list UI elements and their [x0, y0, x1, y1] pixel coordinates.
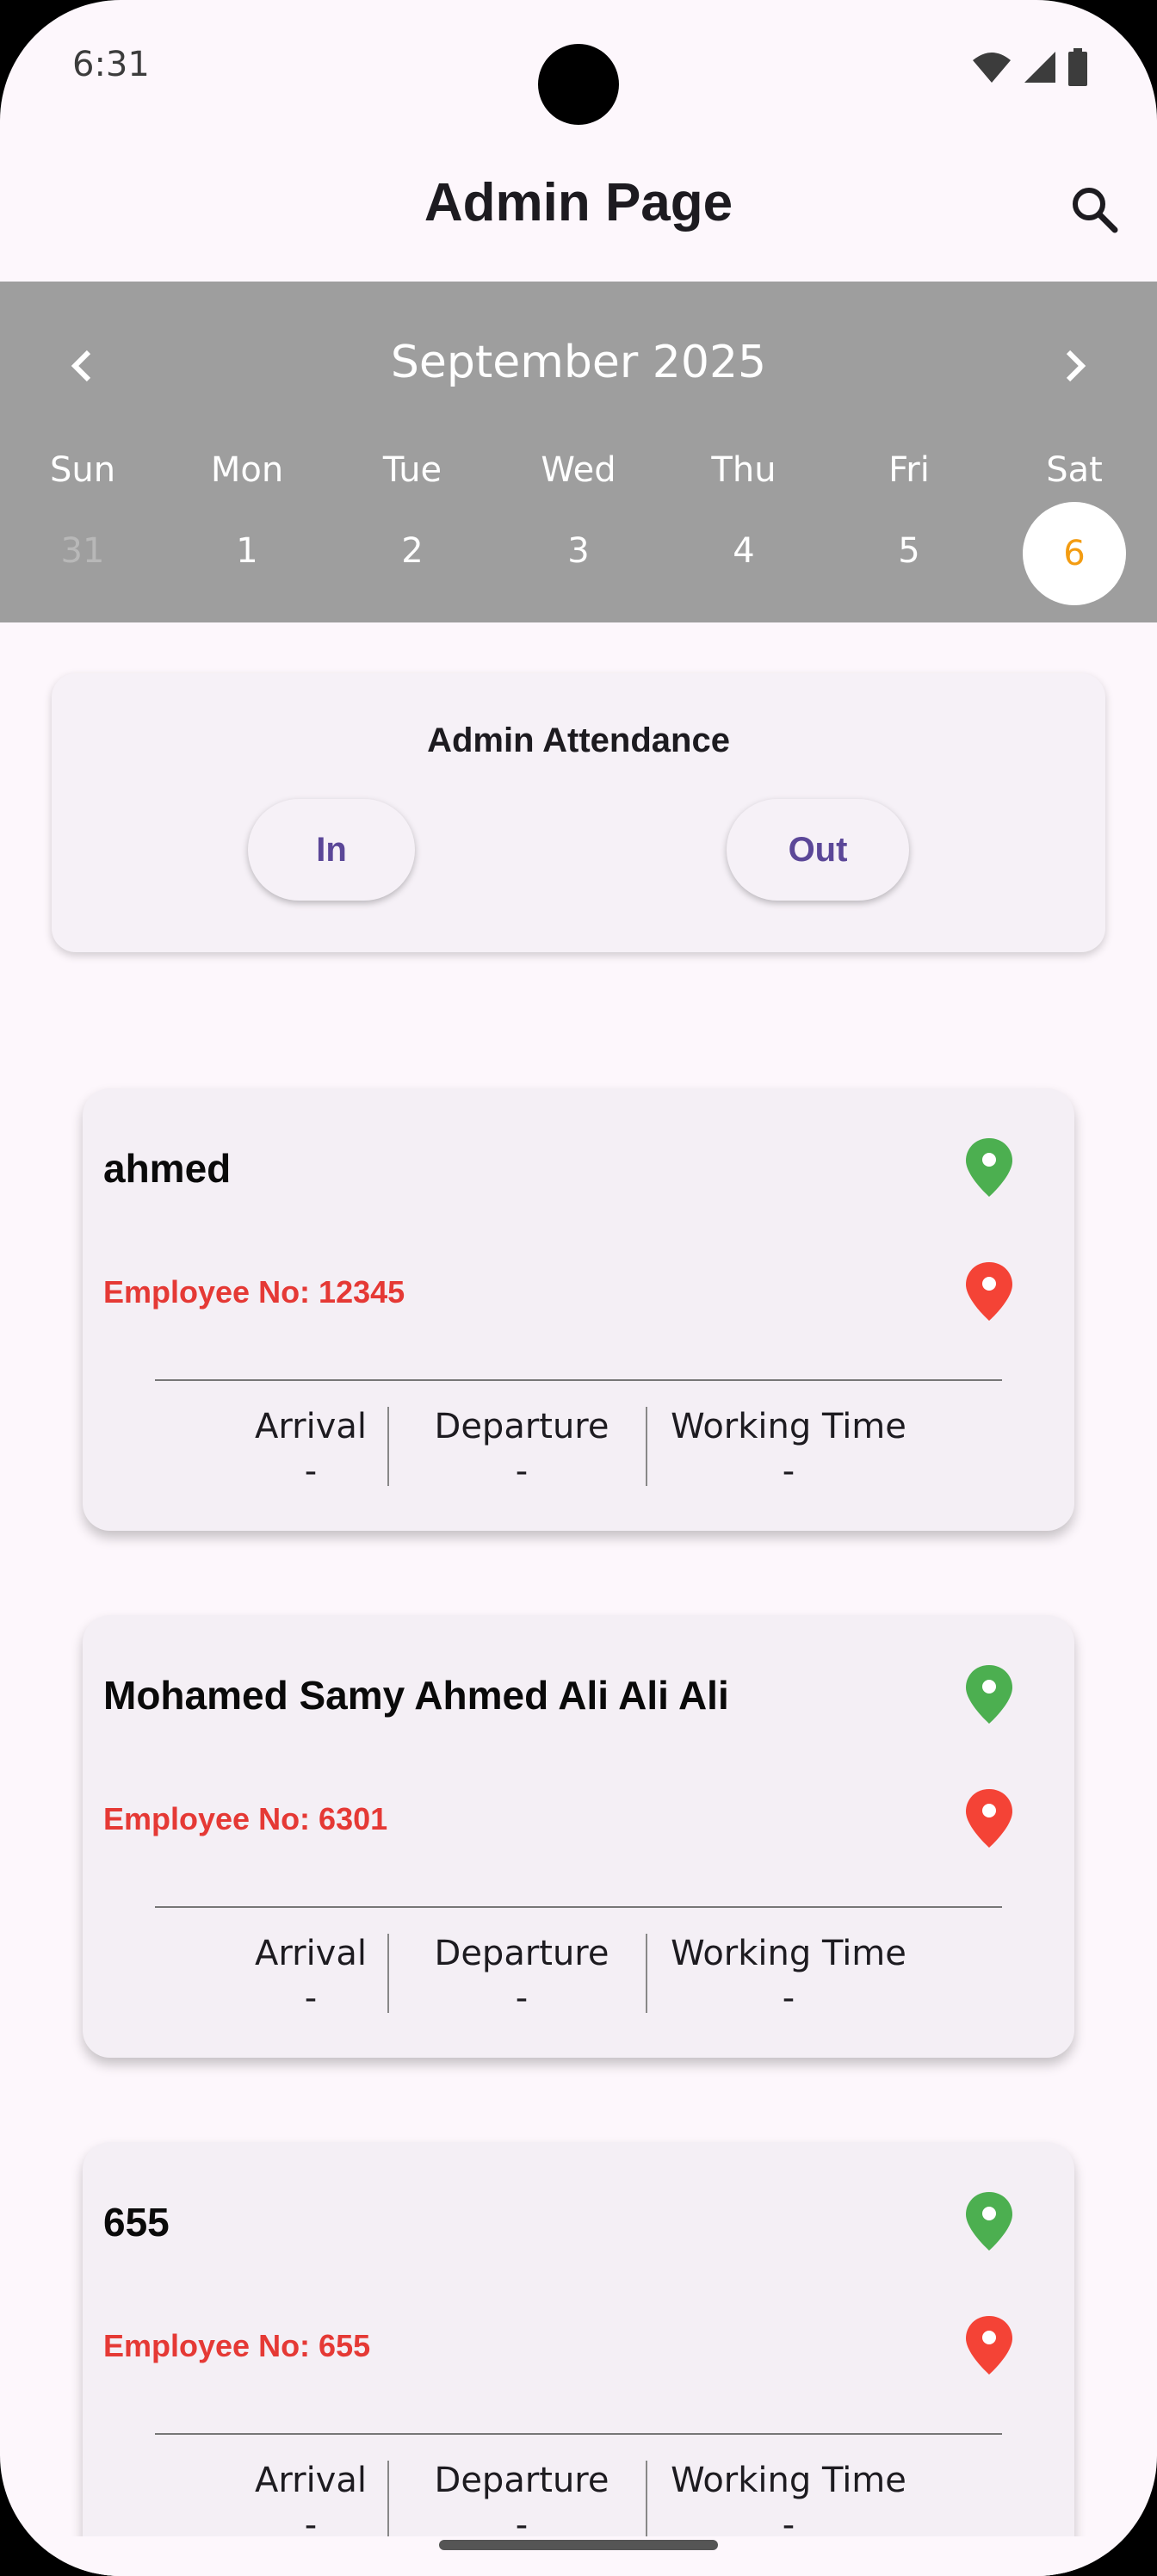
employee-name: 655	[103, 2200, 170, 2245]
arrival-stat: Arrival -	[203, 1934, 418, 2018]
calendar-day[interactable]: 1	[195, 531, 299, 571]
divider	[155, 1906, 1002, 1908]
weekday-label: Sun	[49, 450, 116, 490]
calendar-day[interactable]: 2	[361, 531, 464, 571]
departure-value: -	[515, 1978, 529, 2018]
check-out-button[interactable]: Out	[727, 799, 909, 901]
location-pin-green-icon[interactable]	[962, 1136, 1016, 1198]
camera-cutout	[538, 44, 619, 125]
battery-icon	[1068, 48, 1087, 86]
arrival-label: Arrival	[255, 2461, 367, 2500]
wifi-icon	[973, 53, 1011, 83]
arrival-value: -	[304, 1452, 318, 1491]
location-pin-red-icon[interactable]	[962, 1787, 1016, 1849]
divider	[155, 2433, 1002, 2435]
employee-card[interactable]: Mohamed Samy Ahmed Ali Ali Ali Employee …	[83, 1615, 1074, 2058]
departure-label: Departure	[434, 1407, 609, 1446]
employee-number: Employee No: 655	[103, 2328, 371, 2363]
departure-label: Departure	[434, 2461, 609, 2500]
employee-number: Employee No: 12345	[103, 1274, 405, 1310]
weekday-label: Sat	[1046, 450, 1103, 490]
departure-value: -	[515, 1452, 529, 1491]
calendar-day[interactable]: 5	[857, 531, 961, 571]
calendar-day-selected[interactable]: 6	[1023, 502, 1126, 605]
calendar-day[interactable]: 3	[527, 531, 630, 571]
divider	[387, 1934, 389, 2013]
weekday-label: Fri	[888, 450, 930, 490]
admin-attendance-title: Admin Attendance	[427, 721, 730, 759]
search-icon	[1073, 188, 1118, 233]
departure-stat: Departure -	[393, 2461, 651, 2545]
departure-stat: Departure -	[393, 1934, 651, 2018]
departure-stat: Departure -	[393, 1407, 651, 1491]
location-pin-red-icon[interactable]	[962, 1260, 1016, 1322]
divider	[387, 2461, 389, 2540]
divider	[387, 1407, 389, 1486]
home-indicator[interactable]	[439, 2540, 718, 2550]
employee-card[interactable]: ahmed Employee No: 12345 Arrival - Depar…	[83, 1088, 1074, 1531]
attendance-stats: Arrival - Departure - Working Time -	[83, 1407, 1074, 1493]
status-icons	[971, 48, 1088, 86]
chevron-right-icon	[1066, 350, 1086, 382]
calendar-month-label: September 2025	[390, 337, 767, 388]
employee-number: Employee No: 6301	[103, 1801, 388, 1836]
location-pin-red-icon[interactable]	[962, 2314, 1016, 2376]
location-pin-green-icon[interactable]	[962, 1663, 1016, 1725]
employee-name: ahmed	[103, 1146, 232, 1191]
phone-screen: 6:31 Admin Page September 2025 Sun Mon T…	[0, 0, 1157, 2576]
working-time-stat: Working Time -	[642, 1407, 935, 1491]
weekday-label: Mon	[210, 450, 284, 490]
calendar-day[interactable]: 4	[692, 531, 795, 571]
working-time-value: -	[782, 1452, 795, 1491]
arrival-label: Arrival	[255, 1407, 367, 1446]
location-pin-green-icon[interactable]	[962, 2190, 1016, 2252]
attendance-stats: Arrival - Departure - Working Time -	[83, 1934, 1074, 2020]
weekday-label: Tue	[382, 450, 442, 490]
search-button[interactable]	[1064, 179, 1124, 239]
status-time: 6:31	[72, 45, 150, 84]
signal-icon	[1024, 52, 1055, 83]
divider	[155, 1379, 1002, 1381]
next-month-button[interactable]	[1050, 342, 1098, 390]
arrival-stat: Arrival -	[203, 2461, 418, 2545]
working-time-label: Working Time	[671, 2461, 906, 2500]
working-time-label: Working Time	[671, 1407, 906, 1446]
working-time-label: Working Time	[671, 1934, 906, 1973]
weekday-label: Wed	[541, 450, 616, 490]
page-title: Admin Page	[424, 173, 733, 232]
employee-name: Mohamed Samy Ahmed Ali Ali Ali	[103, 1673, 729, 1718]
working-time-stat: Working Time -	[642, 1934, 935, 2018]
check-in-button[interactable]: In	[248, 799, 415, 901]
week-calendar: September 2025 Sun Mon Tue Wed Thu Fri S…	[0, 282, 1157, 622]
admin-attendance-card: Admin Attendance In Out	[52, 673, 1105, 952]
arrival-label: Arrival	[255, 1934, 367, 1973]
arrival-value: -	[304, 1978, 318, 2018]
calendar-day[interactable]: 31	[31, 531, 134, 571]
departure-label: Departure	[434, 1934, 609, 1973]
attendance-stats: Arrival - Departure - Working Time -	[83, 2461, 1074, 2547]
working-time-stat: Working Time -	[642, 2461, 935, 2545]
employee-card[interactable]: 655 Employee No: 655 Arrival - Departure…	[83, 2142, 1074, 2576]
weekday-label: Thu	[711, 450, 776, 490]
working-time-value: -	[782, 1978, 795, 2018]
arrival-stat: Arrival -	[203, 1407, 418, 1491]
